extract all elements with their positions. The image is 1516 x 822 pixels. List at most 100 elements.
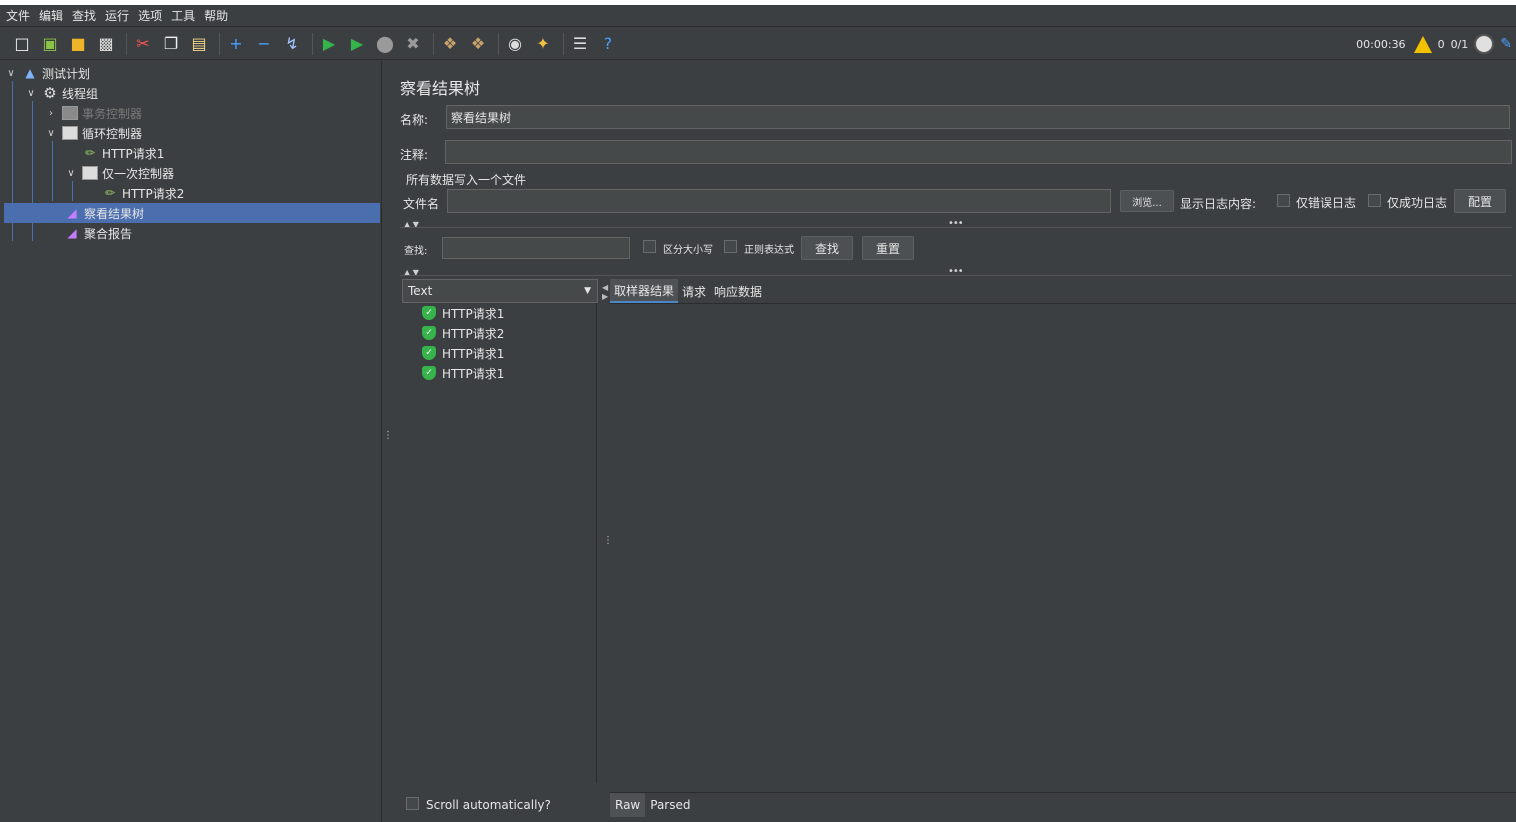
menu-options[interactable]: 选项: [138, 7, 162, 24]
controller-icon: [82, 165, 98, 181]
list-item[interactable]: ✓ HTTP请求2: [402, 323, 596, 343]
chevron-right-icon[interactable]: ›: [44, 108, 58, 119]
tree-node-once-only-controller[interactable]: ∨ 仅一次控制器: [64, 163, 174, 183]
expand-icon[interactable]: +: [224, 32, 248, 56]
toolbar-separator: [312, 32, 313, 55]
tree-node-label: 循环控制器: [82, 126, 143, 141]
sampler-result-content: [610, 303, 1516, 791]
menu-edit[interactable]: 编辑: [39, 7, 63, 24]
tree-node-http-request-1[interactable]: ✏ HTTP请求1: [82, 143, 164, 163]
scroll-auto-checkbox[interactable]: [406, 797, 419, 810]
scroll-auto-label: Scroll automatically?: [426, 798, 551, 812]
tree-node-transaction-controller[interactable]: › 事务控制器: [44, 103, 142, 123]
tree-node-label: 事务控制器: [82, 106, 143, 121]
result-label: HTTP请求2: [442, 326, 505, 341]
clear-icon[interactable]: ❖: [438, 32, 462, 56]
tree-node-label: 察看结果树: [84, 206, 145, 221]
function-helper-icon[interactable]: ☰: [568, 32, 592, 56]
shield-check-icon: ✓: [422, 366, 436, 380]
chevron-down-icon[interactable]: ∨: [44, 128, 58, 139]
configure-button[interactable]: 配置: [1454, 189, 1506, 213]
comment-input[interactable]: [445, 140, 1512, 164]
menubar: 文件 编辑 查找 运行 选项 工具 帮助: [0, 5, 1516, 27]
regex-checkbox[interactable]: [724, 240, 737, 253]
start-icon[interactable]: ▶: [317, 32, 341, 56]
menu-help[interactable]: 帮助: [204, 7, 228, 24]
tree-guide-line: [52, 141, 53, 201]
result-label: HTTP请求1: [442, 306, 505, 321]
list-item[interactable]: ✓ HTTP请求1: [402, 343, 596, 363]
menu-tools[interactable]: 工具: [171, 7, 195, 24]
tree-node-http-request-2[interactable]: ✏ HTTP请求2: [102, 183, 184, 203]
tree-node-label: 仅一次控制器: [102, 166, 175, 181]
toolbar: □ ▣ ■ ▩ ✂ ❐ ▤ + − ↯ ▶ ▶ ⬤ ✖ ❖ ❖ ◉ ✦ ☰ ?: [0, 28, 1516, 60]
log-icon[interactable]: ✎: [1500, 36, 1512, 52]
tab-sampler-result[interactable]: 取样器结果: [610, 279, 679, 303]
tree-node-aggregate-report[interactable]: ◢ 聚合报告: [64, 223, 132, 243]
shutdown-icon[interactable]: ✖: [401, 32, 425, 56]
name-input[interactable]: 察看结果树: [446, 105, 1510, 129]
success-only-checkbox[interactable]: [1368, 194, 1381, 207]
tab-parsed[interactable]: Parsed: [645, 793, 695, 817]
filename-input[interactable]: [447, 189, 1111, 213]
cut-icon[interactable]: ✂: [131, 32, 155, 56]
toolbar-separator: [433, 32, 434, 55]
find-button[interactable]: 查找: [801, 236, 853, 260]
shield-check-icon: ✓: [422, 326, 436, 340]
case-sensitive-label: 区分大小写: [663, 245, 713, 256]
search-input[interactable]: [442, 237, 630, 259]
warning-icon[interactable]: [1413, 35, 1432, 53]
clear-all-icon[interactable]: ❖: [466, 32, 490, 56]
regex-label: 正则表达式: [744, 245, 794, 256]
shield-check-icon: ✓: [422, 346, 436, 360]
new-icon[interactable]: □: [10, 32, 34, 56]
collapse-icon[interactable]: −: [252, 32, 276, 56]
templates-icon[interactable]: ▣: [38, 32, 62, 56]
stop-icon[interactable]: ⬤: [373, 32, 397, 56]
chart-icon: ◢: [67, 206, 77, 220]
success-only-label: 仅成功日志: [1387, 196, 1448, 210]
browse-button[interactable]: 浏览...: [1120, 190, 1174, 212]
renderer-value: Text: [408, 284, 433, 298]
copy-icon[interactable]: ❐: [159, 32, 183, 56]
chevron-down-icon[interactable]: ∨: [4, 68, 18, 79]
list-item[interactable]: ✓ HTTP请求1: [402, 303, 596, 323]
filename-label: 文件名: [403, 197, 440, 211]
start-no-pause-icon[interactable]: ▶: [345, 32, 369, 56]
chevron-down-icon[interactable]: ∨: [64, 168, 78, 179]
tab-request[interactable]: 请求: [678, 279, 710, 303]
remote-icon[interactable]: [1474, 34, 1495, 54]
broom-icon[interactable]: ✦: [531, 32, 555, 56]
controller-icon: [62, 105, 78, 121]
open-icon[interactable]: ■: [66, 32, 90, 56]
tree-node-thread-group[interactable]: ∨ ⚙ 线程组: [24, 83, 98, 103]
tree-node-test-plan[interactable]: ∨ ▲ 测试计划: [4, 63, 90, 83]
paste-icon[interactable]: ▤: [187, 32, 211, 56]
view-mode-tabs: Raw Parsed: [610, 792, 1516, 817]
menu-search[interactable]: 查找: [72, 7, 96, 24]
list-item[interactable]: ✓ HTTP请求1: [402, 363, 596, 383]
panel-title: 察看结果树: [400, 79, 481, 98]
help-icon[interactable]: ?: [596, 32, 620, 56]
toolbar-separator: [219, 32, 220, 55]
menu-run[interactable]: 运行: [105, 7, 129, 24]
tree-node-loop-controller[interactable]: ∨ 循环控制器: [44, 123, 142, 143]
reset-button[interactable]: 重置: [862, 236, 914, 260]
chart-icon: ◢: [67, 226, 77, 240]
case-sensitive-checkbox[interactable]: [643, 240, 656, 253]
splitter-handle[interactable]: •••: [948, 266, 964, 277]
binoculars-icon[interactable]: ◉: [503, 32, 527, 56]
renderer-select[interactable]: Text ▼: [402, 279, 598, 303]
tab-response-data[interactable]: 响应数据: [710, 279, 766, 303]
menu-file[interactable]: 文件: [6, 7, 30, 24]
pen-icon: ✏: [104, 186, 116, 200]
toggle-icon[interactable]: ↯: [280, 32, 304, 56]
results-splitter-arrows[interactable]: ◀ ▶: [602, 283, 608, 301]
splitter-handle[interactable]: •••: [948, 218, 964, 229]
save-icon[interactable]: ▩: [94, 32, 118, 56]
tab-raw[interactable]: Raw: [610, 792, 646, 817]
errors-only-checkbox[interactable]: [1277, 194, 1290, 207]
tree-node-view-results-tree[interactable]: ◢ 察看结果树: [4, 203, 380, 223]
status-bar: 00:00:36 0 0/1 ✎: [1350, 32, 1512, 56]
chevron-down-icon[interactable]: ∨: [24, 88, 38, 99]
